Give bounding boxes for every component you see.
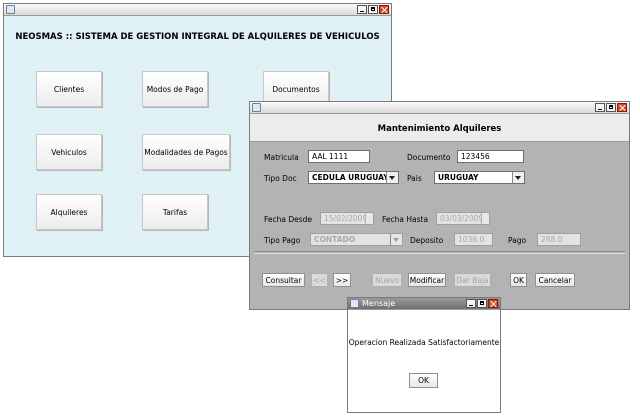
- prev-button[interactable]: <<: [311, 273, 328, 287]
- spinner-arrows-icon: [365, 213, 373, 224]
- dar-baja-button[interactable]: Dar Baja: [454, 273, 491, 287]
- dialog-title: Mensaje: [362, 299, 396, 308]
- matricula-input[interactable]: AAL 1111: [308, 150, 370, 163]
- vehiculos-button[interactable]: Vehiculos: [36, 134, 102, 170]
- dialog-ok-button[interactable]: OK: [409, 373, 438, 388]
- main-titlebar[interactable]: [4, 4, 391, 16]
- fecha-desde-value: 15/02/2009: [324, 214, 368, 223]
- dropdown-arrow-icon: [390, 234, 402, 245]
- dropdown-arrow-icon[interactable]: [512, 172, 524, 183]
- minimize-icon[interactable]: [595, 103, 605, 112]
- clientes-button[interactable]: Clientes: [36, 71, 102, 107]
- pago-input: 288.0: [537, 233, 581, 246]
- ok-button[interactable]: OK: [510, 273, 527, 287]
- alquileres-button[interactable]: Alquileres: [36, 194, 102, 230]
- nuevo-button[interactable]: Nuevo: [372, 273, 402, 287]
- pago-label: Pago: [508, 236, 527, 245]
- fecha-hasta-label: Fecha Hasta: [382, 215, 429, 224]
- tipo-doc-value: CEDULA URUGUAY: [312, 173, 389, 182]
- close-icon[interactable]: [379, 5, 389, 14]
- pais-label: Pais: [407, 174, 422, 183]
- tipo-pago-select: CONTADO: [310, 233, 403, 246]
- tipo-doc-select[interactable]: CEDULA URUGUAY: [308, 171, 399, 184]
- form-header: Mantenimiento Alquileres: [250, 114, 629, 142]
- mantenimiento-titlebar[interactable]: [250, 102, 629, 114]
- deposito-label: Deposito: [410, 236, 444, 245]
- modificar-button[interactable]: Modificar: [408, 273, 446, 287]
- message-text: Operacion Realizada Satisfactoriamente: [348, 338, 500, 347]
- deposito-input: 1036.0: [454, 233, 493, 246]
- tipo-pago-value: CONTADO: [314, 235, 356, 244]
- fecha-desde-label: Fecha Desde: [264, 215, 313, 224]
- maximize-icon[interactable]: [477, 299, 487, 308]
- minimize-icon[interactable]: [357, 5, 367, 14]
- app-title: NEOSMAS :: SISTEMA DE GESTION INTEGRAL D…: [15, 32, 380, 42]
- fecha-desde-input: 15/02/2009: [320, 212, 374, 225]
- matricula-label: Matricula: [264, 153, 299, 162]
- form-title: Mantenimiento Alquileres: [377, 124, 502, 134]
- java-app-icon: [350, 299, 359, 308]
- pais-value: URUGUAY: [438, 173, 479, 182]
- tipo-pago-label: Tipo Pago: [264, 236, 301, 245]
- close-icon[interactable]: [617, 103, 627, 112]
- mantenimiento-window: Mantenimiento Alquileres Matricula AAL 1…: [249, 101, 630, 310]
- pais-select[interactable]: URUGUAY: [434, 171, 525, 184]
- fecha-hasta-input: 03/03/2009: [436, 212, 490, 225]
- minimize-icon[interactable]: [466, 299, 476, 308]
- documento-input[interactable]: 123456: [457, 150, 524, 163]
- maximize-icon[interactable]: [368, 5, 378, 14]
- divider: [254, 253, 625, 254]
- next-button[interactable]: >>: [333, 273, 351, 287]
- close-icon[interactable]: [488, 299, 498, 308]
- java-app-icon: [252, 103, 261, 112]
- consultar-button[interactable]: Consultar: [262, 273, 305, 287]
- spinner-arrows-icon: [481, 213, 489, 224]
- modos-de-pago-button[interactable]: Modos de Pago: [142, 71, 208, 107]
- mensaje-titlebar[interactable]: Mensaje: [348, 298, 500, 310]
- cancelar-button[interactable]: Cancelar: [535, 273, 575, 287]
- documento-label: Documento: [407, 153, 451, 162]
- tipo-doc-label: Tipo Doc: [264, 174, 297, 183]
- modalidades-de-pagos-button[interactable]: Modalidades de Pagos: [142, 134, 230, 170]
- maximize-icon[interactable]: [606, 103, 616, 112]
- dropdown-arrow-icon[interactable]: [386, 172, 398, 183]
- mensaje-dialog: Mensaje Operacion Realizada Satisfactori…: [347, 297, 501, 413]
- divider: [254, 251, 625, 252]
- fecha-hasta-value: 03/03/2009: [440, 214, 484, 223]
- java-app-icon: [6, 5, 15, 14]
- tarifas-button[interactable]: Tarifas: [142, 194, 208, 230]
